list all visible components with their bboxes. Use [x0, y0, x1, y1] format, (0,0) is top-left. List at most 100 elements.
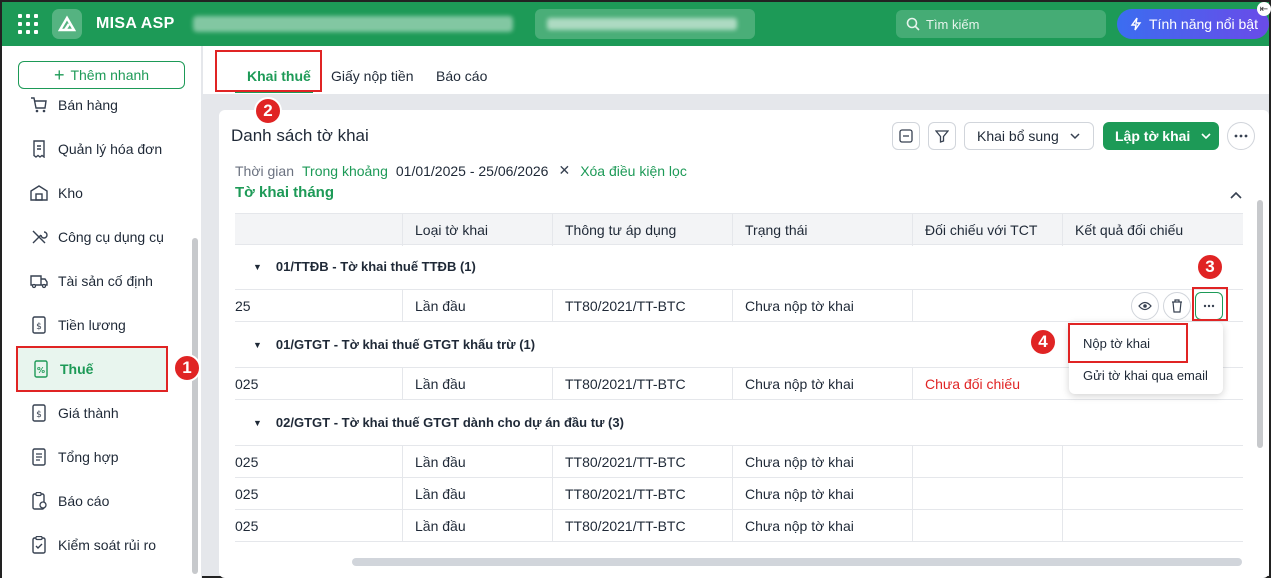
step-badge-1: 1 [173, 354, 201, 382]
collapse-arrow-icon[interactable]: ⇤ [1257, 2, 1271, 16]
sidebar-item-cost[interactable]: $ Giá thành [16, 391, 168, 435]
column-header[interactable]: Kết quả đối chiếu [1075, 222, 1183, 238]
collapse-all-button[interactable] [892, 122, 920, 150]
sidebar-item-summary[interactable]: Tổng hợp [16, 435, 168, 479]
app-name: MISA ASP [96, 15, 175, 32]
active-tab-indicator [235, 90, 313, 93]
cell-divider [402, 368, 403, 400]
truck-icon [30, 275, 48, 289]
tax-code-blurred[interactable] [534, 9, 755, 39]
supplement-dropdown[interactable]: Khai bổ sung [964, 122, 1094, 150]
status-cell: Chưa nộp tờ khai [745, 376, 854, 392]
sidebar: + Thêm nhanh Bán hàng Quản lý hóa đơn Kho… [2, 46, 202, 578]
column-divider [552, 214, 553, 246]
circular-cell: TT80/2021/TT-BTC [565, 518, 686, 534]
tabs-bar: Khai thuế Giấy nộp tiền Báo cáo [203, 46, 1269, 94]
cell-divider [912, 446, 913, 478]
misa-logo-icon [52, 9, 82, 39]
quick-add-label: Thêm nhanh [70, 67, 150, 83]
column-divider [732, 214, 733, 246]
supplement-label: Khai bổ sung [977, 128, 1059, 144]
group-title: 01/TTĐB - Tờ khai thuế TTĐB (1) [275, 259, 476, 274]
create-declaration-button[interactable]: Lập tờ khai [1103, 122, 1219, 150]
svg-text:%: % [37, 366, 45, 375]
sidebar-scrollbar[interactable] [192, 238, 198, 574]
table-header: Loại tờ khai Thông tư áp dụng Trạng thái… [235, 213, 1243, 246]
cell-divider [552, 368, 553, 400]
cell-divider [1062, 478, 1063, 510]
cell-divider [1062, 510, 1063, 542]
caret-down-icon: ▼ [253, 261, 262, 272]
sidebar-item-label: Giá thành [58, 405, 119, 421]
table-row[interactable]: 025 Lần đầu TT80/2021/TT-BTC Chưa nộp tờ… [235, 446, 1243, 478]
page-title: Danh sách tờ khai [231, 126, 369, 145]
column-header[interactable]: Thông tư áp dụng [565, 222, 676, 238]
column-header[interactable]: Đối chiếu với TCT [925, 222, 1037, 238]
table-row[interactable]: 25 Lần đầu TT80/2021/TT-BTC Chưa nộp tờ … [235, 290, 1243, 322]
report-icon [32, 492, 47, 510]
view-button[interactable] [1131, 292, 1159, 320]
cell-divider [402, 510, 403, 542]
clear-filter-link[interactable]: Xóa điều kiện lọc [580, 163, 687, 179]
active-filter: Thời gian Trong khoảng 01/01/2025 - 25/0… [235, 162, 687, 179]
more-options-button[interactable] [1227, 122, 1255, 150]
sidebar-item-invoices[interactable]: Quản lý hóa đơn [16, 127, 168, 171]
step-badge-3: 3 [1196, 253, 1224, 281]
circular-cell: TT80/2021/TT-BTC [565, 454, 686, 470]
search-input[interactable]: Tìm kiếm [896, 10, 1106, 38]
circular-cell: TT80/2021/TT-BTC [565, 298, 686, 314]
tab-payment-slip[interactable]: Giấy nộp tiền [331, 68, 414, 84]
sidebar-item-tools[interactable]: Công cụ dụng cụ [16, 215, 168, 259]
invoice-icon [33, 140, 45, 158]
chevron-down-icon [1070, 133, 1080, 140]
tools-icon [32, 230, 48, 244]
type-cell: Lần đầu [415, 518, 466, 534]
column-header[interactable]: Loại tờ khai [415, 222, 488, 238]
horizontal-scrollbar[interactable] [352, 558, 1242, 566]
sidebar-item-sales[interactable]: Bán hàng [16, 83, 168, 127]
vertical-scrollbar[interactable] [1257, 200, 1263, 448]
minus-square-icon [899, 129, 913, 143]
caret-down-icon: ▼ [253, 417, 262, 428]
remove-filter-icon[interactable]: ✕ [558, 162, 570, 179]
sidebar-item-payroll[interactable]: $ Tiền lương [16, 303, 168, 347]
sidebar-item-label: Tài sản cố định [58, 273, 153, 289]
delete-button[interactable] [1163, 292, 1191, 320]
status-cell: Chưa nộp tờ khai [745, 518, 854, 534]
period-cell: 025 [235, 376, 259, 392]
row-more-button[interactable] [1195, 292, 1223, 320]
table-row[interactable]: 025 Lần đầu TT80/2021/TT-BTC Chưa nộp tờ… [235, 478, 1243, 510]
sidebar-item-tax[interactable]: % Thuế [16, 346, 168, 392]
period-cell: 025 [235, 454, 259, 470]
column-header[interactable]: Trạng thái [745, 222, 808, 238]
featured-features-button[interactable]: Tính năng nổi bật [1117, 9, 1269, 39]
menu-item-email-declaration[interactable]: Gửi tờ khai qua email [1083, 368, 1208, 383]
more-horizontal-icon [1234, 134, 1248, 138]
tab-reports[interactable]: Báo cáo [436, 68, 487, 84]
table-row[interactable]: 025 Lần đầu TT80/2021/TT-BTC Chưa nộp tờ… [235, 510, 1243, 542]
cell-divider [732, 478, 733, 510]
trash-icon [1172, 299, 1182, 313]
row-context-menu: Nộp tờ khai Gửi tờ khai qua email [1069, 322, 1223, 394]
type-cell: Lần đầu [415, 486, 466, 502]
declaration-list-panel: Danh sách tờ khai Khai bổ sung Lập tờ kh… [219, 110, 1269, 578]
tab-tax-declaration[interactable]: Khai thuế [247, 68, 311, 84]
sidebar-item-risk-control[interactable]: Kiểm soát rủi ro [16, 523, 168, 567]
status-cell: Chưa nộp tờ khai [745, 298, 854, 314]
group-row[interactable]: ▼ 01/TTĐB - Tờ khai thuế TTĐB (1) [235, 244, 1243, 290]
filter-button[interactable] [928, 122, 956, 150]
menu-item-submit-declaration[interactable]: Nộp tờ khai [1083, 336, 1150, 351]
group-row[interactable]: ▼ 02/GTGT - Tờ khai thuế GTGT dành cho d… [235, 400, 1243, 446]
sidebar-item-label: Kho [58, 185, 83, 201]
cell-divider [1062, 446, 1063, 478]
cell-divider [732, 510, 733, 542]
step-badge-2: 2 [254, 97, 282, 125]
period-cell: 025 [235, 518, 259, 534]
sidebar-item-reports[interactable]: Báo cáo [16, 479, 168, 523]
chevron-up-icon[interactable] [1229, 190, 1243, 200]
sidebar-item-fixed-assets[interactable]: Tài sản cố định [16, 259, 168, 303]
sidebar-item-warehouse[interactable]: Kho [16, 171, 168, 215]
cell-divider [402, 290, 403, 322]
app-grid-icon[interactable] [18, 14, 38, 34]
search-icon [906, 17, 920, 31]
